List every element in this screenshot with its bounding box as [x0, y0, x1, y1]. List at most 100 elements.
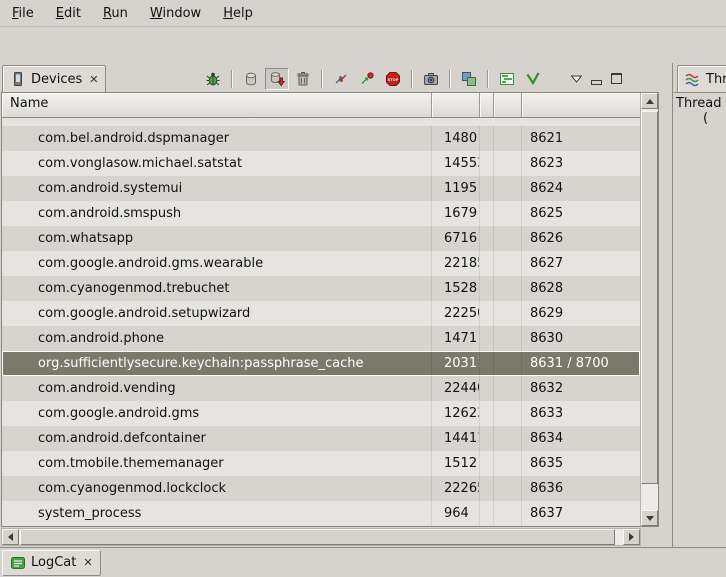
menu-run[interactable]: Run	[99, 4, 132, 23]
table-row[interactable]: com.android.smspush16798625	[2, 201, 640, 226]
column-header-3[interactable]	[480, 93, 494, 117]
empty-cell	[480, 451, 494, 476]
tab-logcat-label: LogCat	[31, 555, 76, 570]
menu-window[interactable]: Window	[146, 4, 205, 23]
table-header: Name	[2, 93, 640, 118]
process-pid: 1471	[432, 326, 480, 351]
process-port: 8629	[522, 301, 640, 326]
scroll-up-button[interactable]	[641, 93, 658, 109]
process-port: 8632	[522, 376, 640, 401]
scroll-left-button[interactable]	[2, 529, 19, 545]
table-row[interactable]: com.google.android.setupwizard222508629	[2, 301, 640, 326]
stop-process-button[interactable]: STOP	[381, 68, 405, 90]
process-port: 8631 / 8700	[522, 351, 640, 376]
process-pid: 22265	[432, 476, 480, 501]
capture-systrace-button[interactable]	[495, 68, 519, 90]
table-row[interactable]: com.android.defcontainer144118634	[2, 426, 640, 451]
column-header-name[interactable]: Name	[2, 93, 432, 117]
view-menu-button[interactable]	[567, 71, 585, 87]
scroll-right-button[interactable]	[623, 529, 640, 545]
tab-logcat[interactable]: LogCat ✕	[2, 550, 101, 576]
opengl-trace-icon	[525, 71, 541, 87]
empty-cell	[480, 326, 494, 351]
process-name: com.android.phone	[2, 326, 432, 351]
dump-hprof-button[interactable]	[265, 68, 289, 90]
close-icon[interactable]: ✕	[89, 73, 98, 86]
stop-sign-icon: STOP	[385, 71, 401, 87]
maximize-button[interactable]	[607, 71, 625, 87]
horizontal-scrollbar[interactable]	[1, 528, 641, 546]
empty-cell	[480, 176, 494, 201]
menu-help[interactable]: Help	[219, 4, 257, 23]
column-header-4[interactable]	[494, 93, 522, 117]
empty-cell	[480, 376, 494, 401]
process-name: com.cyanogenmod.lockclock	[2, 476, 432, 501]
table-row[interactable]: system_process9648637	[2, 501, 640, 526]
device-icon	[10, 71, 26, 87]
threads-message-line1: Thread up	[676, 96, 726, 111]
table-row[interactable]: com.bel.android.dspmanager14808621	[2, 126, 640, 151]
process-port: 8627	[522, 251, 640, 276]
screen-capture-button[interactable]	[419, 68, 443, 90]
process-pid: 1195	[432, 176, 480, 201]
horizontal-scroll-thumb[interactable]	[20, 529, 615, 545]
table-row[interactable]: com.whatsapp67168626	[2, 226, 640, 251]
column-header-port[interactable]	[522, 93, 640, 117]
table-row[interactable]: com.android.vending224408632	[2, 376, 640, 401]
up-arrow-icon	[646, 99, 654, 104]
process-pid: 14411	[432, 426, 480, 451]
process-name: com.google.android.setupwizard	[2, 301, 432, 326]
start-opengl-trace-button[interactable]	[521, 68, 545, 90]
panel-sash[interactable]	[663, 63, 672, 548]
tab-devices[interactable]: Devices ✕	[2, 65, 106, 92]
scroll-down-button[interactable]	[641, 510, 658, 526]
table-row-selected[interactable]: org.sufficientlysecure.keychain:passphra…	[2, 351, 640, 376]
table-row[interactable]: com.vonglasow.michael.satstat145538623	[2, 151, 640, 176]
close-icon[interactable]: ✕	[83, 556, 92, 569]
table-row[interactable]: com.android.phone14718630	[2, 326, 640, 351]
debug-bug-icon	[205, 71, 221, 87]
table-row[interactable]: com.cyanogenmod.trebuchet15288628	[2, 276, 640, 301]
process-port: 8633	[522, 401, 640, 426]
toolbar-separator	[449, 70, 451, 88]
dump-view-hierarchy-button[interactable]	[457, 68, 481, 90]
vertical-scroll-track[interactable]	[641, 109, 658, 510]
empty-cell	[494, 276, 522, 301]
process-pid: 22440	[432, 376, 480, 401]
table-row[interactable]: com.tmobile.thememanager15128635	[2, 451, 640, 476]
empty-cell	[480, 401, 494, 426]
empty-cell	[480, 276, 494, 301]
debug-process-button[interactable]	[201, 68, 225, 90]
table-row[interactable]: com.android.systemui11958624	[2, 176, 640, 201]
trash-icon	[295, 71, 311, 87]
process-pid: 964	[432, 501, 480, 526]
empty-cell	[480, 151, 494, 176]
minimize-button[interactable]	[587, 71, 605, 87]
minimize-icon	[591, 80, 602, 85]
empty-cell	[480, 301, 494, 326]
process-name: com.google.android.gms	[2, 401, 432, 426]
horizontal-scroll-track[interactable]	[19, 529, 623, 545]
threads-panel-header: Threads	[673, 63, 726, 92]
process-table: Name com.bel.android.dspmanager14808621c…	[1, 92, 659, 527]
fast-view-bar: LogCat ✕	[0, 547, 726, 577]
table-row[interactable]: com.google.android.gms.wearable221858627	[2, 251, 640, 276]
column-header-pid[interactable]	[432, 93, 480, 117]
update-heap-button[interactable]	[239, 68, 263, 90]
table-row[interactable]: com.cyanogenmod.lockclock222658636	[2, 476, 640, 501]
right-arrow-icon	[629, 533, 634, 541]
tab-threads[interactable]: Threads	[677, 65, 726, 92]
menu-file[interactable]: File	[8, 4, 38, 23]
table-row-partial	[2, 118, 640, 126]
cause-gc-button[interactable]	[291, 68, 315, 90]
start-method-profiling-button[interactable]	[355, 68, 379, 90]
menu-edit[interactable]: Edit	[52, 4, 85, 23]
view-menu-icon	[571, 75, 582, 83]
update-threads-button[interactable]	[329, 68, 353, 90]
vertical-scroll-thumb[interactable]	[641, 111, 658, 484]
table-row[interactable]: com.google.android.gms12623 8633	[2, 401, 640, 426]
devices-toolbar: STOP	[201, 68, 663, 90]
vertical-scrollbar[interactable]	[640, 93, 658, 526]
process-pid: 12623	[432, 401, 480, 426]
maximize-icon	[611, 73, 622, 84]
